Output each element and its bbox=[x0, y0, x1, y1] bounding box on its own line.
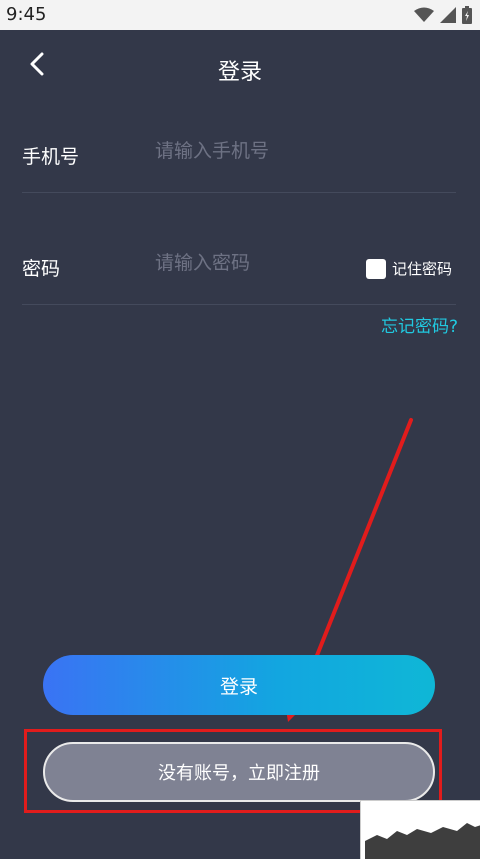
status-bar: 9:45 bbox=[0, 0, 480, 30]
page-title: 登录 bbox=[217, 60, 262, 85]
divider bbox=[22, 192, 456, 193]
password-input[interactable] bbox=[155, 252, 345, 274]
phone-row: 手机号 bbox=[22, 140, 456, 170]
login-button[interactable]: 登录 bbox=[43, 655, 435, 715]
phone-label: 手机号 bbox=[22, 146, 80, 168]
checkbox-icon bbox=[366, 258, 386, 279]
status-time: 9:45 bbox=[6, 4, 47, 25]
wifi-icon bbox=[414, 7, 434, 22]
remember-password-checkbox[interactable]: 记住密码 bbox=[366, 258, 452, 279]
remember-password-label: 记住密码 bbox=[392, 260, 453, 278]
register-button[interactable]: 没有账号，立即注册 bbox=[43, 742, 435, 802]
divider bbox=[22, 304, 456, 305]
status-icons bbox=[414, 6, 472, 24]
password-label: 密码 bbox=[22, 258, 61, 280]
header: 登录 bbox=[0, 30, 480, 110]
thumbnail-graphic bbox=[365, 823, 480, 859]
phone-input[interactable] bbox=[155, 140, 355, 162]
signal-icon bbox=[440, 7, 456, 23]
thumbnail-image bbox=[360, 800, 480, 859]
forgot-password-link[interactable]: 忘记密码? bbox=[381, 312, 458, 337]
battery-icon bbox=[462, 6, 472, 24]
